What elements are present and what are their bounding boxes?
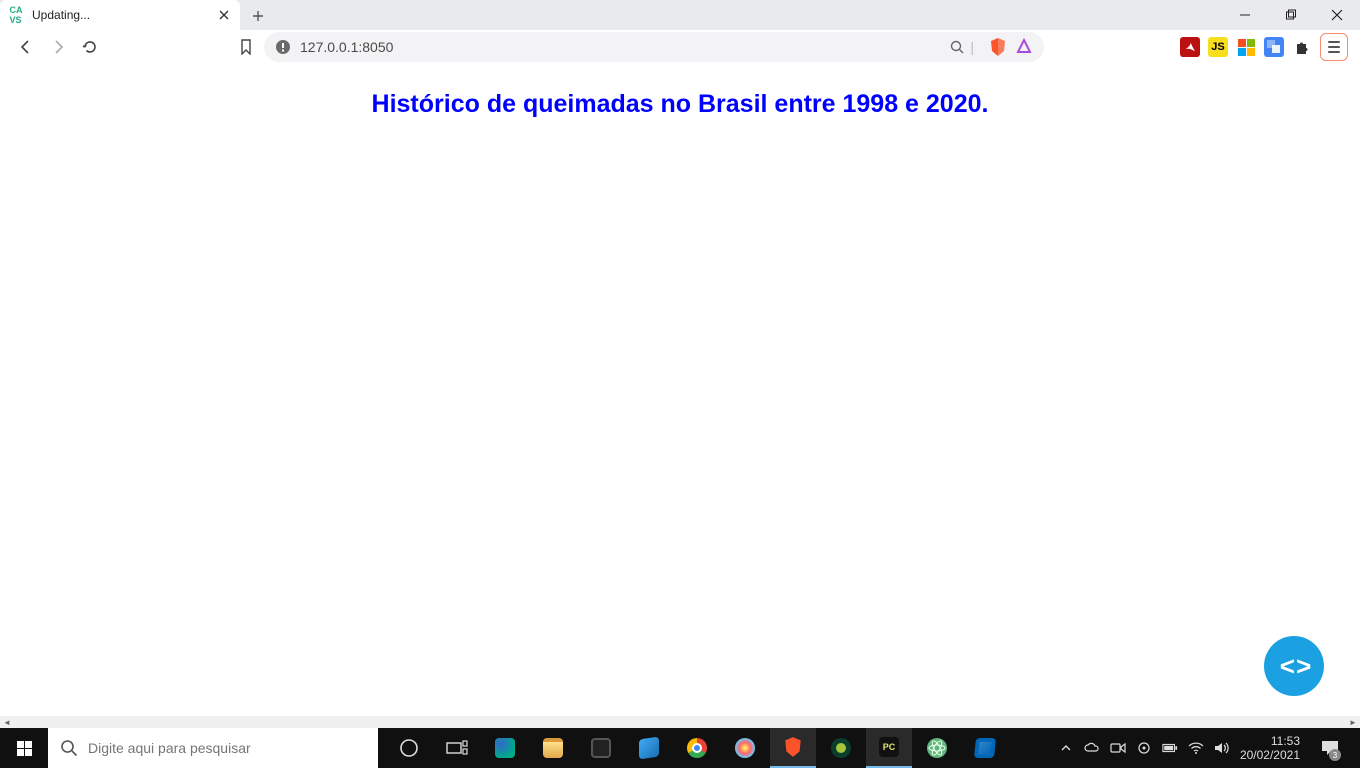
scroll-right-icon[interactable]: ► xyxy=(1346,716,1360,728)
extensions-menu-button[interactable] xyxy=(1292,37,1312,57)
omnibox[interactable]: 127.0.0.1:8050 | xyxy=(264,32,1044,62)
taskbar-search-input[interactable] xyxy=(88,740,366,756)
not-secure-icon xyxy=(274,38,292,56)
action-center-button[interactable]: 3 xyxy=(1310,728,1350,768)
dash-devtools-button[interactable]: < > xyxy=(1264,636,1324,696)
taskbar-app-chrome[interactable] xyxy=(674,728,720,768)
extension-adobe-pdf-icon[interactable] xyxy=(1180,37,1200,57)
page-content: Histórico de queimadas no Brasil entre 1… xyxy=(0,64,1360,119)
tray-wifi-icon[interactable] xyxy=(1188,740,1204,756)
taskbar-app-brave[interactable] xyxy=(770,728,816,768)
browser-tab[interactable]: CAVS Updating... xyxy=(0,0,240,30)
task-view-button[interactable] xyxy=(434,728,480,768)
tab-title: Updating... xyxy=(32,8,216,22)
tray-location-icon[interactable] xyxy=(1136,740,1152,756)
tray-time: 11:53 xyxy=(1240,734,1300,748)
tray-meet-now-icon[interactable] xyxy=(1110,740,1126,756)
tray-clock[interactable]: 11:53 20/02/2021 xyxy=(1240,734,1300,762)
omnibox-shields xyxy=(988,37,1034,57)
extension-js-icon[interactable]: JS xyxy=(1208,37,1228,57)
brave-rewards-icon[interactable] xyxy=(1014,37,1034,57)
browser-menu-button[interactable] xyxy=(1320,33,1348,61)
tray-battery-icon[interactable] xyxy=(1162,740,1178,756)
forward-button[interactable] xyxy=(44,33,72,61)
start-button[interactable] xyxy=(0,728,48,768)
tray-date: 20/02/2021 xyxy=(1240,748,1300,762)
tray-chevron-up-icon[interactable] xyxy=(1058,740,1074,756)
zoom-reset-button[interactable]: | xyxy=(950,39,974,55)
page-viewport: Histórico de queimadas no Brasil entre 1… xyxy=(0,64,1360,716)
taskbar-app-edge[interactable] xyxy=(482,728,528,768)
search-icon xyxy=(60,739,78,757)
brave-shield-icon[interactable] xyxy=(988,37,1008,57)
extension-microsoft-icon[interactable] xyxy=(1236,37,1256,57)
extension-google-translate-icon[interactable] xyxy=(1264,37,1284,57)
tray-onedrive-icon[interactable] xyxy=(1084,740,1100,756)
taskbar-app-terminal[interactable] xyxy=(578,728,624,768)
taskbar-app-notes[interactable] xyxy=(626,728,672,768)
taskbar-apps: PC xyxy=(386,728,1008,768)
scroll-left-icon[interactable]: ◄ xyxy=(0,716,14,728)
close-tab-button[interactable] xyxy=(216,7,232,23)
taskbar-search[interactable] xyxy=(48,728,378,768)
close-window-button[interactable] xyxy=(1314,0,1360,30)
taskbar-app-vscode[interactable] xyxy=(962,728,1008,768)
favicon-icon: CAVS xyxy=(8,7,24,23)
back-button[interactable] xyxy=(12,33,40,61)
notification-badge: 3 xyxy=(1329,749,1341,761)
taskbar-app-pycharm[interactable]: PC xyxy=(866,728,912,768)
taskbar-app-explorer[interactable] xyxy=(530,728,576,768)
tray-volume-icon[interactable] xyxy=(1214,740,1230,756)
address-bar: 127.0.0.1:8050 | JS xyxy=(0,30,1360,64)
tab-strip: CAVS Updating... xyxy=(0,0,1360,30)
minimize-button[interactable] xyxy=(1222,0,1268,30)
page-heading: Histórico de queimadas no Brasil entre 1… xyxy=(0,90,1360,119)
reload-button[interactable] xyxy=(76,33,104,61)
system-tray: 11:53 20/02/2021 3 xyxy=(1048,728,1360,768)
taskbar-app-atom[interactable] xyxy=(914,728,960,768)
url-text: 127.0.0.1:8050 xyxy=(300,39,942,55)
bookmark-button[interactable] xyxy=(232,33,260,61)
horizontal-scrollbar[interactable]: ◄ ► xyxy=(0,716,1360,728)
browser-chrome: CAVS Updating... xyxy=(0,0,1360,64)
window-controls xyxy=(1222,0,1360,30)
maximize-button[interactable] xyxy=(1268,0,1314,30)
windows-taskbar: PC 11:53 20/02/2021 3 xyxy=(0,728,1360,768)
cortana-button[interactable] xyxy=(386,728,432,768)
taskbar-app-paint[interactable] xyxy=(722,728,768,768)
taskbar-app-android-studio[interactable] xyxy=(818,728,864,768)
new-tab-button[interactable] xyxy=(244,2,272,30)
extensions-toolbar: JS xyxy=(1180,33,1354,61)
